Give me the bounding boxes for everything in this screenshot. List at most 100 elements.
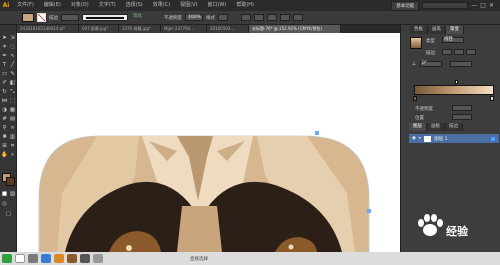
gradient-preview[interactable]	[410, 37, 422, 49]
magic-wand-icon[interactable]: ✶	[1, 44, 8, 51]
symbol-sprayer-icon[interactable]: ✺	[1, 134, 8, 141]
gradient-mode-icon[interactable]: ▨	[9, 191, 16, 198]
app-icon[interactable]	[2, 254, 12, 263]
align-button[interactable]	[280, 14, 290, 21]
menu-help[interactable]: 帮助(H)	[231, 0, 259, 11]
doc-tab[interactable]: 007 屏幕.jpg*	[79, 25, 119, 33]
selection-indicator[interactable]	[491, 136, 495, 141]
workspace-switcher[interactable]: 基本功能	[391, 0, 420, 11]
visibility-icon[interactable]: ◉	[412, 136, 416, 141]
menu-edit[interactable]: 编辑(E)	[39, 0, 66, 11]
expand-icon[interactable]: ▸	[419, 136, 421, 141]
layer-name[interactable]: 图层 1	[434, 136, 447, 142]
menu-select[interactable]: 选择(S)	[121, 0, 148, 11]
gradient-opacity-field[interactable]	[452, 105, 472, 111]
tab-gradient[interactable]: 渐变	[446, 26, 464, 34]
app-icon[interactable]	[41, 254, 51, 263]
app-icon[interactable]	[80, 254, 90, 263]
tab-brushes[interactable]: 画笔	[428, 26, 446, 34]
scale-icon[interactable]: ⤡	[9, 89, 16, 96]
direct-selection-tool-icon[interactable]: ⇲	[9, 35, 16, 42]
angle-field[interactable]: 0°	[420, 61, 442, 67]
maximize-icon[interactable]: □	[480, 2, 486, 9]
free-transform-icon[interactable]: ⬚	[9, 98, 16, 105]
eraser-icon[interactable]: ◧	[9, 80, 16, 87]
search-input[interactable]	[422, 2, 469, 9]
gradient-stroke-label: 描边	[426, 51, 435, 56]
profile-label[interactable]: 等比	[131, 14, 161, 21]
aspect-ratio-field[interactable]	[450, 61, 472, 67]
app-icon[interactable]	[93, 254, 103, 263]
stroke-gradient-option[interactable]	[466, 49, 476, 55]
watermark-text: 经验	[446, 225, 468, 238]
paintbrush-icon[interactable]: ✎	[9, 71, 16, 78]
rotate-icon[interactable]: ↻	[1, 89, 8, 96]
stroke-gradient-option[interactable]	[454, 49, 464, 55]
color-mode-icon[interactable]: ■	[1, 191, 8, 198]
document-setup-button[interactable]	[241, 14, 251, 21]
curvature-icon[interactable]: ∿	[9, 53, 16, 60]
gradient-type-select[interactable]: 线性	[442, 37, 464, 43]
type-tool-icon[interactable]: T	[1, 62, 8, 69]
app-icon[interactable]	[28, 254, 38, 263]
slice-tool-icon[interactable]: ⌗	[9, 143, 16, 150]
stroke-swatch[interactable]	[37, 13, 46, 22]
shape-builder-icon[interactable]: ◑	[1, 107, 8, 114]
app-icon[interactable]	[15, 254, 25, 263]
transform-button[interactable]	[293, 14, 303, 21]
arrange-button[interactable]	[267, 14, 277, 21]
mesh-icon[interactable]: #	[1, 116, 8, 123]
pen-tool-icon[interactable]: ✒	[1, 53, 8, 60]
graph-tool-icon[interactable]: ▥	[9, 134, 16, 141]
gradient-location-field[interactable]	[452, 114, 472, 120]
tab-stroke[interactable]: 描边	[445, 123, 463, 131]
doc-tab[interactable]: Mjpn 237784...	[161, 25, 207, 33]
close-icon[interactable]: ✕	[489, 2, 494, 9]
pencil-icon[interactable]: ✐	[1, 80, 8, 87]
hand-tool-icon[interactable]: ✋	[1, 152, 8, 159]
stroke-color-icon[interactable]	[6, 177, 15, 186]
app-icon[interactable]	[54, 254, 64, 263]
blend-icon[interactable]: ∞	[9, 125, 16, 132]
stroke-gradient-option[interactable]	[442, 49, 452, 55]
selection-tool-icon[interactable]: ➤	[1, 35, 8, 42]
doc-tab-active[interactable]: 未标题-76* @ 252.92% (CMYK/预览)	[249, 25, 341, 33]
menu-effect[interactable]: 效果(C)	[148, 0, 175, 11]
fill-swatch[interactable]	[22, 13, 34, 22]
preferences-button[interactable]	[254, 14, 264, 21]
width-tool-icon[interactable]: ⋈	[1, 98, 8, 105]
gradient-midpoint[interactable]	[455, 80, 458, 84]
layer-row[interactable]: ◉ ▸ 图层 1	[409, 134, 499, 143]
eyedropper-icon[interactable]: ⚲	[1, 125, 8, 132]
minimize-icon[interactable]: —	[471, 2, 477, 9]
artboard-tool-icon[interactable]: ⊞	[1, 143, 8, 150]
opacity-field[interactable]: 100%	[185, 14, 203, 21]
doc-tab[interactable]: 1370 屏幕.jpg*	[119, 25, 161, 33]
rectangle-tool-icon[interactable]: ▭	[1, 71, 8, 78]
menu-type[interactable]: 文字(T)	[94, 0, 121, 11]
gradient-tool-icon[interactable]: ▤	[9, 116, 16, 123]
line-tool-icon[interactable]: ╱	[9, 62, 16, 69]
draw-mode-icon[interactable]: ◎	[1, 201, 8, 208]
menu-window[interactable]: 窗口(W)	[202, 0, 231, 11]
stroke-weight-field[interactable]	[61, 14, 79, 21]
perspective-icon[interactable]: ▦	[9, 107, 16, 114]
gradient-stop-right[interactable]	[490, 96, 494, 101]
stroke-profile-preview[interactable]	[82, 14, 128, 21]
menu-view[interactable]: 视图(V)	[175, 0, 202, 11]
menu-object[interactable]: 对象(O)	[66, 0, 94, 11]
doc-tab[interactable]: 20160503...	[207, 25, 249, 33]
app-icon[interactable]	[67, 254, 77, 263]
lasso-icon[interactable]: ◌	[9, 44, 16, 51]
tab-layers[interactable]: 图层	[409, 123, 427, 131]
menu-file[interactable]: 文件(F)	[12, 0, 39, 11]
tab-swatches[interactable]: 色板	[410, 26, 428, 34]
gradient-stop-left[interactable]	[413, 96, 417, 101]
doc-tab[interactable]: 243418165140014.ai*	[17, 25, 79, 33]
style-picker[interactable]	[218, 14, 228, 21]
artboard-canvas[interactable]	[17, 33, 400, 252]
screen-mode-icon[interactable]: ▢	[5, 211, 12, 218]
gradient-slider[interactable]	[414, 85, 494, 95]
zoom-tool-icon[interactable]: ⌕	[9, 152, 16, 159]
tab-artboards[interactable]: 画板	[427, 123, 445, 131]
